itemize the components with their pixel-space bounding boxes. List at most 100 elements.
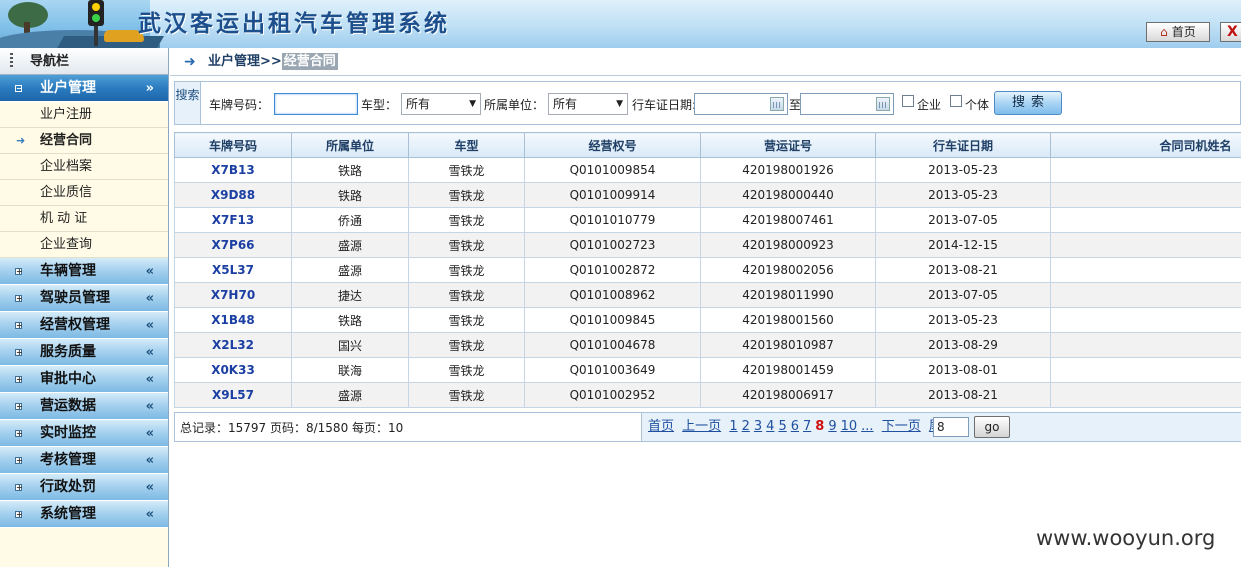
- table-cell: [1050, 357, 1241, 383]
- sub-item-label: 企业档案: [40, 159, 93, 174]
- table-cell: 雪铁龙: [408, 282, 525, 308]
- go-button[interactable]: go: [974, 416, 1010, 438]
- next-page-link[interactable]: 下一页: [882, 419, 921, 434]
- table-row[interactable]: X5L37 盛源 雪铁龙 Q0101002872 420198002056 2013-08…: [174, 257, 1241, 283]
- expand-icon: +: [15, 402, 23, 411]
- app-title: 武汉客运出租汽车管理系统: [138, 10, 450, 37]
- table-cell[interactable]: X7B13: [174, 157, 292, 183]
- table-cell[interactable]: X2L32: [174, 332, 292, 358]
- menu-group-assessment[interactable]: + 考核管理 «: [0, 447, 168, 474]
- goto-page-input[interactable]: 8: [933, 417, 969, 437]
- sub-item-register[interactable]: 业户注册: [0, 102, 168, 128]
- individual-checkbox[interactable]: [950, 95, 962, 107]
- sub-item-label: 机 动 证: [40, 211, 88, 226]
- sub-item-query[interactable]: 企业查询: [0, 232, 168, 258]
- date-from-input[interactable]: [694, 93, 788, 115]
- table-cell: Q0101009914: [524, 182, 701, 208]
- home-button[interactable]: ⌂ 首页: [1146, 22, 1210, 42]
- search-button[interactable]: 搜索: [994, 91, 1062, 115]
- unit-select[interactable]: 所有 ▼: [548, 93, 628, 115]
- table-cell: 420198006917: [700, 382, 876, 408]
- chevron-left-icon: «: [145, 345, 154, 360]
- table-cell: 捷达: [291, 282, 409, 308]
- expand-icon: +: [15, 429, 23, 438]
- col-type[interactable]: 车型: [408, 132, 525, 158]
- page-link[interactable]: 4: [766, 419, 774, 434]
- col-plate[interactable]: 车牌号码: [174, 132, 292, 158]
- page-link[interactable]: 1: [729, 419, 737, 434]
- table-cell: 420198007461: [700, 207, 876, 233]
- table-row[interactable]: X7H70 捷达 雪铁龙 Q0101008962 420198011990 2013-07…: [174, 282, 1241, 308]
- table-row[interactable]: X7P66 盛源 雪铁龙 Q0101002723 420198000923 2014-12…: [174, 232, 1241, 258]
- table-cell: 铁路: [291, 157, 409, 183]
- calendar-icon[interactable]: [770, 97, 784, 111]
- page-link[interactable]: 10: [841, 419, 858, 434]
- first-page-link[interactable]: 首页: [648, 419, 674, 434]
- table-row[interactable]: X9L57 盛源 雪铁龙 Q0101002952 420198006917 2013-08…: [174, 382, 1241, 408]
- table-cell: Q0101010779: [524, 207, 701, 233]
- menu-group-merchant[interactable]: − 业户管理 »: [0, 75, 168, 102]
- table-cell: 侨通: [291, 207, 409, 233]
- menu-group-system[interactable]: + 系统管理 «: [0, 501, 168, 528]
- watermark: www.wooyun.org: [1036, 526, 1216, 550]
- table-cell[interactable]: X7P66: [174, 232, 292, 258]
- table-cell: [1050, 257, 1241, 283]
- table-row[interactable]: X2L32 国兴 雪铁龙 Q0101004678 420198010987 2013-08…: [174, 332, 1241, 358]
- company-checkbox[interactable]: [902, 95, 914, 107]
- prev-page-link[interactable]: 上一页: [682, 419, 721, 434]
- table-cell[interactable]: X9D88: [174, 182, 292, 208]
- col-license-date[interactable]: 行车证日期: [875, 132, 1051, 158]
- page-link[interactable]: 7: [803, 419, 811, 434]
- menu-group-rights[interactable]: + 经营权管理 «: [0, 312, 168, 339]
- menu-group-penalty[interactable]: + 行政处罚 «: [0, 474, 168, 501]
- table-cell[interactable]: X9L57: [174, 382, 292, 408]
- page-link[interactable]: ...: [861, 419, 873, 434]
- menu-group-approval[interactable]: + 审批中心 «: [0, 366, 168, 393]
- expand-icon: +: [15, 348, 23, 357]
- menu-group-monitor[interactable]: + 实时监控 «: [0, 420, 168, 447]
- table-cell[interactable]: X0K33: [174, 357, 292, 383]
- close-button[interactable]: X: [1220, 22, 1241, 42]
- calendar-icon[interactable]: [876, 97, 890, 111]
- table-cell[interactable]: X5L37: [174, 257, 292, 283]
- type-label: 车型：: [361, 98, 398, 112]
- plate-input[interactable]: [274, 93, 358, 115]
- type-select[interactable]: 所有 ▼: [401, 93, 481, 115]
- page-link[interactable]: 9: [828, 419, 836, 434]
- col-rights-no[interactable]: 经营权号: [524, 132, 701, 158]
- current-page: 8: [815, 419, 825, 434]
- table-cell: 盛源: [291, 232, 409, 258]
- sub-item-contract[interactable]: ➜ 经营合同: [0, 128, 168, 154]
- date-to-input[interactable]: [800, 93, 894, 115]
- table-row[interactable]: X1B48 铁路 雪铁龙 Q0101009845 420198001560 2013-05…: [174, 307, 1241, 333]
- table-cell[interactable]: X7F13: [174, 207, 292, 233]
- table-cell: [1050, 232, 1241, 258]
- menu-group-operation-data[interactable]: + 营运数据 «: [0, 393, 168, 420]
- table-cell: 雪铁龙: [408, 232, 525, 258]
- sub-item-archive[interactable]: 企业档案: [0, 154, 168, 180]
- table-row[interactable]: X7F13 侨通 雪铁龙 Q0101010779 420198007461 2013-07…: [174, 207, 1241, 233]
- page-link[interactable]: 3: [754, 419, 762, 434]
- table-row[interactable]: X7B13 铁路 雪铁龙 Q0101009854 420198001926 2013-05…: [174, 157, 1241, 183]
- expand-icon: +: [15, 375, 23, 384]
- sub-item-credit[interactable]: 企业质信: [0, 180, 168, 206]
- menu-group-vehicle[interactable]: + 车辆管理 «: [0, 258, 168, 285]
- chevron-left-icon: «: [145, 426, 154, 441]
- menu-group-service[interactable]: + 服务质量 «: [0, 339, 168, 366]
- table-cell[interactable]: X1B48: [174, 307, 292, 333]
- col-driver-name[interactable]: 合同司机姓名: [1050, 132, 1241, 158]
- table-row[interactable]: X0K33 联海 雪铁龙 Q0101003649 420198001459 2013-08…: [174, 357, 1241, 383]
- col-permit-no[interactable]: 营运证号: [700, 132, 876, 158]
- breadcrumb-parent[interactable]: 业户管理>>: [208, 54, 282, 69]
- table-cell[interactable]: X7H70: [174, 282, 292, 308]
- page-link[interactable]: 6: [791, 419, 799, 434]
- search-panel: 搜索 车牌号码： 车型： 所有 ▼ 所属单位： 所有 ▼ 行车证日期: 至 企业 个…: [174, 81, 1241, 125]
- sub-item-license[interactable]: 机 动 证: [0, 206, 168, 232]
- page-link[interactable]: 2: [742, 419, 750, 434]
- page-link[interactable]: 5: [778, 419, 786, 434]
- table-cell: 2013-05-23: [875, 182, 1051, 208]
- menu-group-driver[interactable]: + 驾驶员管理 «: [0, 285, 168, 312]
- table-cell: 2013-05-23: [875, 307, 1051, 333]
- table-row[interactable]: X9D88 铁路 雪铁龙 Q0101009914 420198000440 2013-05…: [174, 182, 1241, 208]
- col-unit[interactable]: 所属单位: [291, 132, 409, 158]
